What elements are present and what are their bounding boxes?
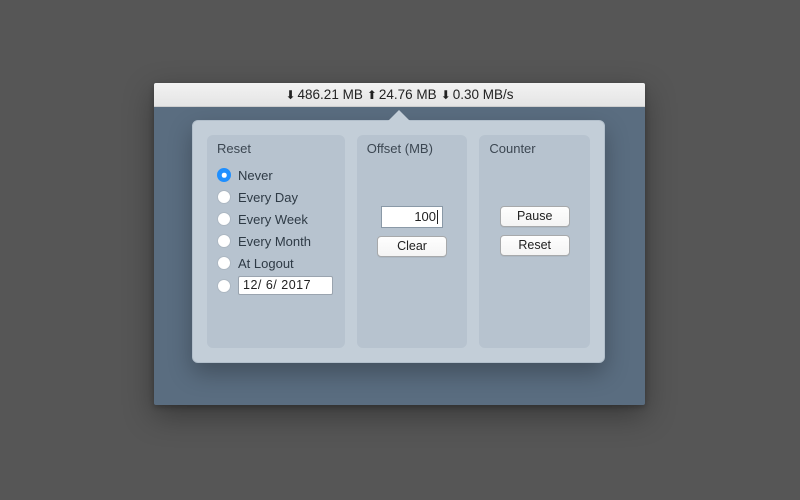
radio-label: Every Week: [238, 212, 308, 227]
upload-arrow-icon: ⬆︎: [367, 89, 377, 101]
radio-icon: [217, 212, 231, 226]
reset-date-field[interactable]: 12/ 6/ 2017: [238, 276, 333, 295]
radio-icon: [217, 168, 231, 182]
radio-icon: [217, 234, 231, 248]
menubar-stats: ⬇︎ 486.21 MB ⬆︎ 24.76 MB ⬇︎ 0.30 MB/s: [154, 83, 645, 107]
reset-option-never[interactable]: Never: [217, 166, 337, 184]
offset-input[interactable]: 100: [381, 206, 443, 228]
radio-icon: [217, 279, 231, 293]
reset-radio-list: Never Every Day Every Week Every Month: [215, 166, 337, 295]
radio-label: At Logout: [238, 256, 294, 271]
rate: ⬇︎ 0.30 MB/s: [441, 87, 514, 102]
reset-option-every-week[interactable]: Every Week: [217, 210, 337, 228]
counter-group: Counter Pause Reset: [479, 135, 590, 348]
app-window: ⬇︎ 486.21 MB ⬆︎ 24.76 MB ⬇︎ 0.30 MB/s Re…: [154, 83, 645, 405]
clear-button[interactable]: Clear: [377, 236, 447, 257]
reset-option-at-logout[interactable]: At Logout: [217, 254, 337, 272]
reset-option-every-day[interactable]: Every Day: [217, 188, 337, 206]
upload-total-value: 24.76 MB: [379, 87, 437, 102]
reset-group-title: Reset: [215, 141, 337, 156]
pause-button[interactable]: Pause: [500, 206, 570, 227]
rate-value: 0.30 MB/s: [453, 87, 514, 102]
counter-group-title: Counter: [487, 141, 582, 156]
download-total-value: 486.21 MB: [298, 87, 363, 102]
reset-option-every-month[interactable]: Every Month: [217, 232, 337, 250]
reset-button[interactable]: Reset: [500, 235, 570, 256]
download-total: ⬇︎ 486.21 MB: [285, 87, 362, 102]
download-arrow-icon: ⬇︎: [285, 89, 295, 101]
counter-controls: Pause Reset: [487, 206, 582, 256]
reset-option-date[interactable]: 12/ 6/ 2017: [217, 276, 337, 295]
upload-total: ⬆︎ 24.76 MB: [367, 87, 437, 102]
offset-controls: 100 Clear: [365, 206, 460, 257]
radio-icon: [217, 190, 231, 204]
popover-columns: Reset Never Every Day Every Week: [193, 121, 604, 362]
radio-label: Every Month: [238, 234, 311, 249]
reset-group: Reset Never Every Day Every Week: [207, 135, 345, 348]
radio-label: Never: [238, 168, 273, 183]
radio-label: Every Day: [238, 190, 298, 205]
settings-popover: Reset Never Every Day Every Week: [192, 120, 605, 363]
offset-group: Offset (MB) 100 Clear: [357, 135, 468, 348]
rate-arrow-icon: ⬇︎: [441, 89, 451, 101]
radio-icon: [217, 256, 231, 270]
offset-group-title: Offset (MB): [365, 141, 460, 156]
